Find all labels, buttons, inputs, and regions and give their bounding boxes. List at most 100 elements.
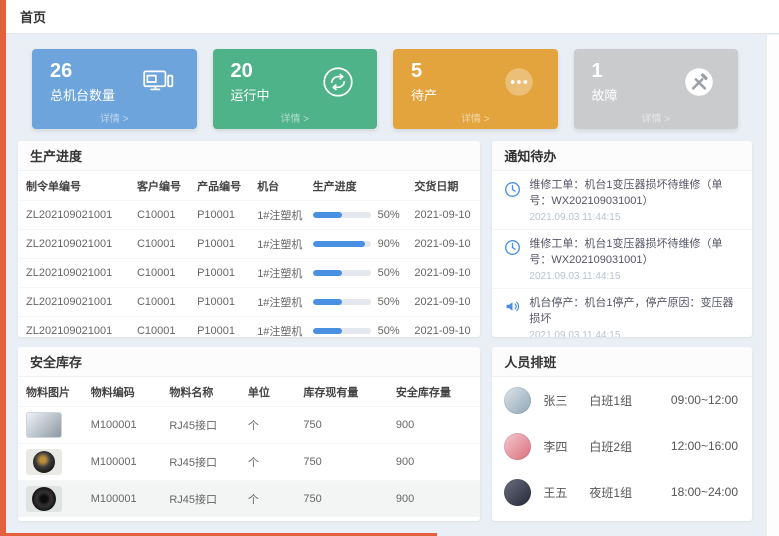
column-header: 生产进度 bbox=[305, 171, 407, 201]
notice-timestamp: 2021.09.03 11:44:15 bbox=[529, 330, 742, 337]
cell-product-no: P10001 bbox=[189, 317, 249, 338]
cell-current-stock: 750 bbox=[295, 407, 387, 444]
progress-track bbox=[313, 299, 371, 305]
stat-card-running[interactable]: 20 运行中 详情 > bbox=[213, 49, 378, 129]
avatar-wangwu bbox=[504, 479, 531, 506]
page-title: 首页 bbox=[20, 7, 46, 26]
stat-info: 5 待产 bbox=[411, 59, 437, 104]
progress-track bbox=[313, 270, 371, 276]
stat-value: 5 bbox=[411, 59, 437, 83]
cell-progress: 90% bbox=[305, 230, 407, 259]
panel-header: 生产进度 bbox=[18, 141, 480, 171]
cell-machine: 1#注塑机 bbox=[249, 201, 304, 230]
cell-material-name: RJ45接口 bbox=[161, 481, 240, 518]
stat-label: 运行中 bbox=[231, 85, 270, 104]
avatar-lisi bbox=[504, 433, 531, 460]
cell-safety-stock: 900 bbox=[388, 481, 481, 518]
speaker-photo bbox=[26, 486, 62, 512]
cell-unit: 个 bbox=[240, 444, 295, 481]
stat-card-fault[interactable]: 1 故障 详情 > bbox=[574, 49, 739, 129]
stat-label: 总机台数量 bbox=[50, 85, 115, 104]
detail-link[interactable]: 详情 > bbox=[393, 110, 558, 125]
panel-header: 安全库存 bbox=[18, 347, 480, 377]
cell-product-no: P10001 bbox=[189, 288, 249, 317]
cell-machine: 1#注塑机 bbox=[249, 230, 304, 259]
stat-info: 26 总机台数量 bbox=[50, 59, 115, 104]
notice-text: 维修工单：机台1变压器损坏待维修（单号：WX202109031001） bbox=[529, 178, 742, 210]
progress-track bbox=[313, 212, 371, 218]
stat-card-total-machines[interactable]: 26 总机台数量 详情 > bbox=[32, 49, 197, 129]
shift-label: 白班1组 bbox=[589, 392, 653, 409]
cell-delivery-date: 2021-09-10 bbox=[406, 317, 480, 338]
panel-title: 生产进度 bbox=[30, 146, 82, 165]
app-window: 首页 26 总机台数量 bbox=[0, 0, 779, 536]
cell-material-image bbox=[18, 444, 83, 481]
scrollbar-track[interactable] bbox=[766, 35, 779, 536]
column-header: 产品编号 bbox=[189, 171, 249, 201]
panel-title: 人员排班 bbox=[504, 352, 556, 371]
rj45-connector-photo bbox=[26, 412, 62, 438]
machine-icon bbox=[139, 63, 177, 101]
column-header: 单位 bbox=[240, 377, 295, 407]
cell-safety-stock: 900 bbox=[388, 407, 481, 444]
progress-fill bbox=[313, 212, 342, 218]
cell-machine: 1#注塑机 bbox=[249, 317, 304, 338]
production-table: 制令单编号 客户编号 产品编号 机台 生产进度 交货日期 ZL202109021… bbox=[18, 171, 480, 337]
column-header: 制令单编号 bbox=[18, 171, 129, 201]
stat-label: 待产 bbox=[411, 85, 437, 104]
cell-delivery-date: 2021-09-10 bbox=[406, 201, 480, 230]
notice-text: 机台停产：机台1停产，停产原因：变压器损坏 bbox=[529, 296, 742, 328]
cell-material-code: M100001 bbox=[83, 407, 162, 444]
column-header: 物料编码 bbox=[83, 377, 162, 407]
column-header: 物料图片 bbox=[18, 377, 83, 407]
schedule-list: 张三白班1组09:00~12:00李四白班2组12:00~16:00王五夜班1组… bbox=[492, 377, 752, 515]
notice-body: 维修工单：机台1变压器损坏待维修（单号：WX202109031001）2021.… bbox=[529, 237, 742, 282]
dashboard-content: 26 总机台数量 详情 > bbox=[6, 35, 766, 536]
staff-schedule-panel: 人员排班 张三白班1组09:00~12:00李四白班2组12:00~16:00王… bbox=[492, 347, 752, 521]
progress-bar: 50% bbox=[313, 267, 401, 279]
panel-header: 人员排班 bbox=[492, 347, 752, 377]
avatar-zhangsan bbox=[504, 387, 531, 414]
notice-list: 维修工单：机台1变压器损坏待维修（单号：WX202109031001） 2021.… bbox=[492, 171, 752, 337]
cell-delivery-date: 2021-09-10 bbox=[406, 230, 480, 259]
detail-link[interactable]: 详情 > bbox=[32, 110, 197, 125]
cell-customer-no: C10001 bbox=[129, 230, 189, 259]
cell-safety-stock: 900 bbox=[388, 444, 481, 481]
stat-cards-row: 26 总机台数量 详情 > bbox=[32, 49, 738, 129]
staff-name: 李四 bbox=[543, 438, 589, 455]
staff-name: 王五 bbox=[543, 484, 589, 501]
production-row: ZL202109021001C10001P100011#注塑机50%2021-0… bbox=[18, 259, 480, 288]
safety-stock-panel: 安全库存 物料图片 物料编码 物料名称 单位 库存现有量 安全库存量 bbox=[18, 347, 480, 521]
notice-item: 维修工单：机台1变压器损坏待维修（单号：WX202109031001）2021.… bbox=[492, 171, 752, 230]
progress-fill bbox=[313, 241, 365, 247]
progress-track bbox=[313, 328, 371, 334]
progress-bar: 50% bbox=[313, 325, 401, 337]
progress-label: 90% bbox=[378, 238, 400, 250]
progress-bar: 90% bbox=[313, 238, 401, 250]
panel-title: 安全库存 bbox=[30, 352, 82, 371]
notice-body: 机台停产：机台1停产，停产原因：变压器损坏 2021.09.03 11:44:15 bbox=[529, 296, 742, 337]
cell-material-code: M100001 bbox=[83, 481, 162, 518]
stat-value: 1 bbox=[592, 59, 618, 83]
progress-label: 50% bbox=[378, 296, 400, 308]
table-header-row: 制令单编号 客户编号 产品编号 机台 生产进度 交货日期 bbox=[18, 171, 480, 201]
cell-machine: 1#注塑机 bbox=[249, 259, 304, 288]
cell-progress: 50% bbox=[305, 201, 407, 230]
progress-fill bbox=[313, 328, 342, 334]
cell-product-no: P10001 bbox=[189, 201, 249, 230]
cell-unit: 个 bbox=[240, 407, 295, 444]
detail-link[interactable]: 详情 > bbox=[574, 110, 739, 125]
cell-material-code: M100001 bbox=[83, 444, 162, 481]
stat-value: 20 bbox=[231, 59, 270, 83]
top-nav-bar: 首页 bbox=[6, 0, 779, 34]
column-header: 客户编号 bbox=[129, 171, 189, 201]
cell-product-no: P10001 bbox=[189, 259, 249, 288]
stat-info: 20 运行中 bbox=[231, 59, 270, 104]
cell-progress: 50% bbox=[305, 317, 407, 338]
detail-link[interactable]: 详情 > bbox=[213, 110, 378, 125]
stat-card-pending[interactable]: 5 待产 详情 > bbox=[393, 49, 558, 129]
speaker-icon bbox=[502, 297, 522, 317]
notice-text: 维修工单：机台1变压器损坏待维修（单号：WX202109031001） bbox=[529, 237, 742, 269]
column-header: 物料名称 bbox=[161, 377, 240, 407]
cell-material-image bbox=[18, 407, 83, 444]
